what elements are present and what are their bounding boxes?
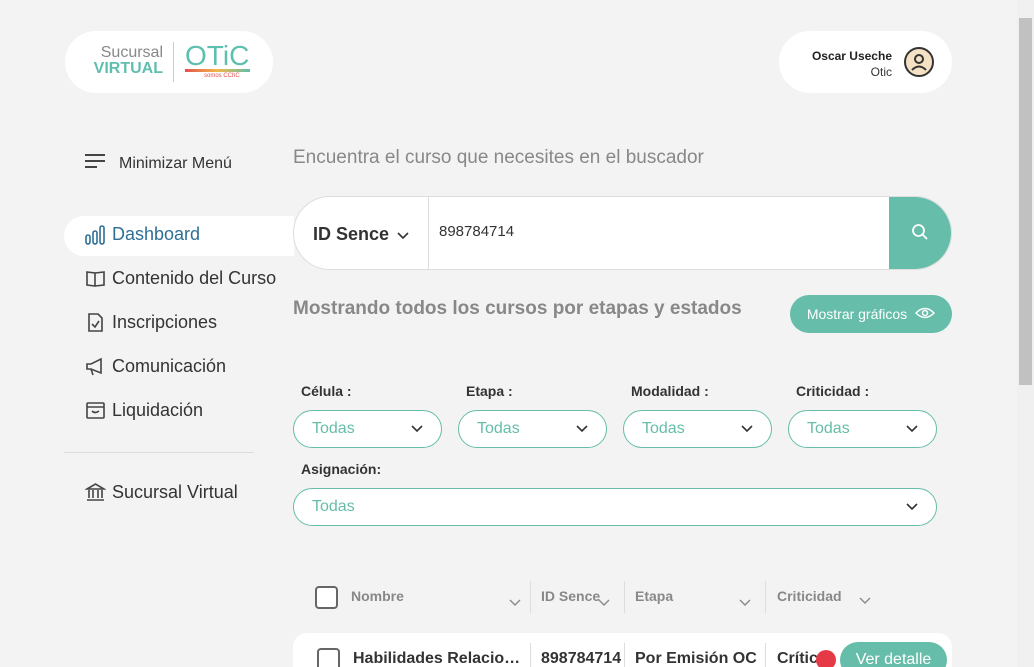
sidebar-item-liquidacion[interactable]: Liquidación — [85, 400, 203, 421]
eye-icon — [915, 306, 936, 323]
column-header-nombre[interactable]: Nombre — [351, 588, 404, 604]
logo-text-sucursal: Sucursal — [100, 44, 163, 61]
chart-bars-icon — [85, 224, 106, 245]
cell-id-sence: 898784714 — [541, 650, 622, 667]
scrollbar-thumb[interactable] — [1019, 18, 1032, 385]
avatar-icon[interactable] — [904, 47, 934, 77]
sidebar-item-contenido[interactable]: Contenido del Curso — [85, 268, 276, 289]
show-charts-button[interactable]: Mostrar gráficos — [790, 295, 952, 333]
minimize-menu-button[interactable]: Minimizar Menú — [85, 153, 232, 174]
logo-color-bar — [185, 69, 250, 72]
chevron-down-icon[interactable] — [739, 594, 751, 612]
column-divider — [624, 643, 625, 667]
filter-value: Todas — [807, 420, 850, 437]
column-header-criticidad[interactable]: Criticidad — [777, 588, 842, 604]
view-detail-button[interactable]: Ver detalle — [840, 642, 947, 667]
chevron-down-icon — [397, 224, 409, 245]
search-icon — [911, 223, 929, 246]
criticality-indicator — [816, 650, 836, 667]
open-book-icon — [85, 268, 106, 289]
cell-etapa: Por Emisión OC — [635, 650, 757, 667]
logo-sucursal-virtual: Sucursal VIRTUAL — [87, 45, 163, 77]
document-check-icon — [85, 312, 106, 333]
filter-label-modalidad: Modalidad : — [631, 383, 709, 399]
filter-value: Todas — [312, 420, 355, 437]
user-profile[interactable]: Oscar Useche Otic — [779, 31, 952, 93]
column-divider — [624, 581, 625, 613]
logo-text-virtual: VIRTUAL — [93, 60, 163, 77]
filter-select-asignacion[interactable]: Todas — [293, 488, 937, 526]
filter-value: Todas — [477, 420, 520, 437]
filter-label-celula: Célula : — [301, 383, 352, 399]
column-header-id-sence[interactable]: ID Sence — [541, 588, 600, 604]
sidebar-item-label: Inscripciones — [112, 312, 218, 332]
column-divider — [530, 643, 531, 667]
chevron-down-icon[interactable] — [859, 592, 871, 610]
chevron-down-icon — [906, 498, 918, 516]
filter-select-criticidad[interactable]: Todas — [788, 410, 937, 448]
cell-criticidad: Crític — [777, 650, 818, 667]
filter-select-modalidad[interactable]: Todas — [623, 410, 772, 448]
column-header-etapa[interactable]: Etapa — [635, 588, 673, 604]
sidebar-item-inscripciones[interactable]: Inscripciones — [85, 312, 217, 333]
search-bar: ID Sence — [293, 196, 952, 270]
user-org: Otic — [870, 65, 892, 79]
cell-nombre: Habilidades Relaciona... — [353, 650, 526, 667]
sidebar-item-label: Sucursal Virtual — [112, 482, 238, 502]
chevron-down-icon — [906, 420, 918, 438]
column-divider — [765, 581, 766, 613]
logo-divider — [173, 42, 174, 82]
brand-logo[interactable]: Sucursal VIRTUAL OTiC somos CChC — [65, 31, 273, 93]
archive-box-icon — [85, 400, 106, 421]
search-input[interactable] — [439, 223, 879, 240]
chevron-down-icon[interactable] — [509, 594, 521, 612]
results-subtitle: Mostrando todos los cursos por etapas y … — [293, 298, 742, 319]
sidebar-item-label: Dashboard — [112, 224, 201, 244]
select-all-checkbox[interactable] — [315, 586, 338, 609]
filter-label-criticidad: Criticidad : — [796, 383, 870, 399]
chevron-down-icon[interactable] — [598, 594, 610, 612]
row-checkbox[interactable] — [317, 648, 340, 667]
sidebar-item-label: Liquidación — [112, 400, 204, 420]
bank-icon — [84, 482, 107, 503]
show-charts-label: Mostrar gráficos — [806, 306, 908, 322]
sidebar-item-label: Contenido del Curso — [112, 268, 277, 288]
user-name: Oscar Useche — [811, 49, 892, 63]
hamburger-icon — [85, 153, 105, 174]
column-divider — [530, 581, 531, 613]
sidebar-item-sucursal-virtual[interactable]: Sucursal Virtual — [84, 482, 238, 503]
search-button[interactable] — [889, 197, 951, 269]
filter-label-asignacion: Asignación: — [301, 461, 382, 477]
filter-value: Todas — [642, 420, 685, 437]
chevron-down-icon — [411, 420, 423, 438]
chevron-down-icon — [576, 420, 588, 438]
search-type-dropdown[interactable]: ID Sence — [294, 197, 429, 269]
filter-value: Todas — [312, 498, 355, 515]
megaphone-icon — [85, 356, 106, 377]
sidebar-divider — [64, 452, 254, 453]
chevron-down-icon — [741, 420, 753, 438]
filter-label-etapa: Etapa : — [466, 383, 513, 399]
search-title: Encuentra el curso que necesites en el b… — [293, 147, 704, 168]
sidebar-item-label: Comunicación — [112, 356, 227, 376]
sidebar-item-dashboard[interactable]: Dashboard — [85, 224, 200, 245]
column-divider — [765, 643, 766, 667]
sidebar-item-comunicacion[interactable]: Comunicación — [85, 356, 226, 377]
logo-subtext: somos CChC — [204, 73, 240, 79]
minimize-menu-label: Minimizar Menú — [119, 154, 232, 172]
logo-otic: OTiC — [185, 40, 250, 71]
search-type-label: ID Sence — [312, 223, 390, 244]
filter-select-celula[interactable]: Todas — [293, 410, 442, 448]
filter-select-etapa[interactable]: Todas — [458, 410, 607, 448]
